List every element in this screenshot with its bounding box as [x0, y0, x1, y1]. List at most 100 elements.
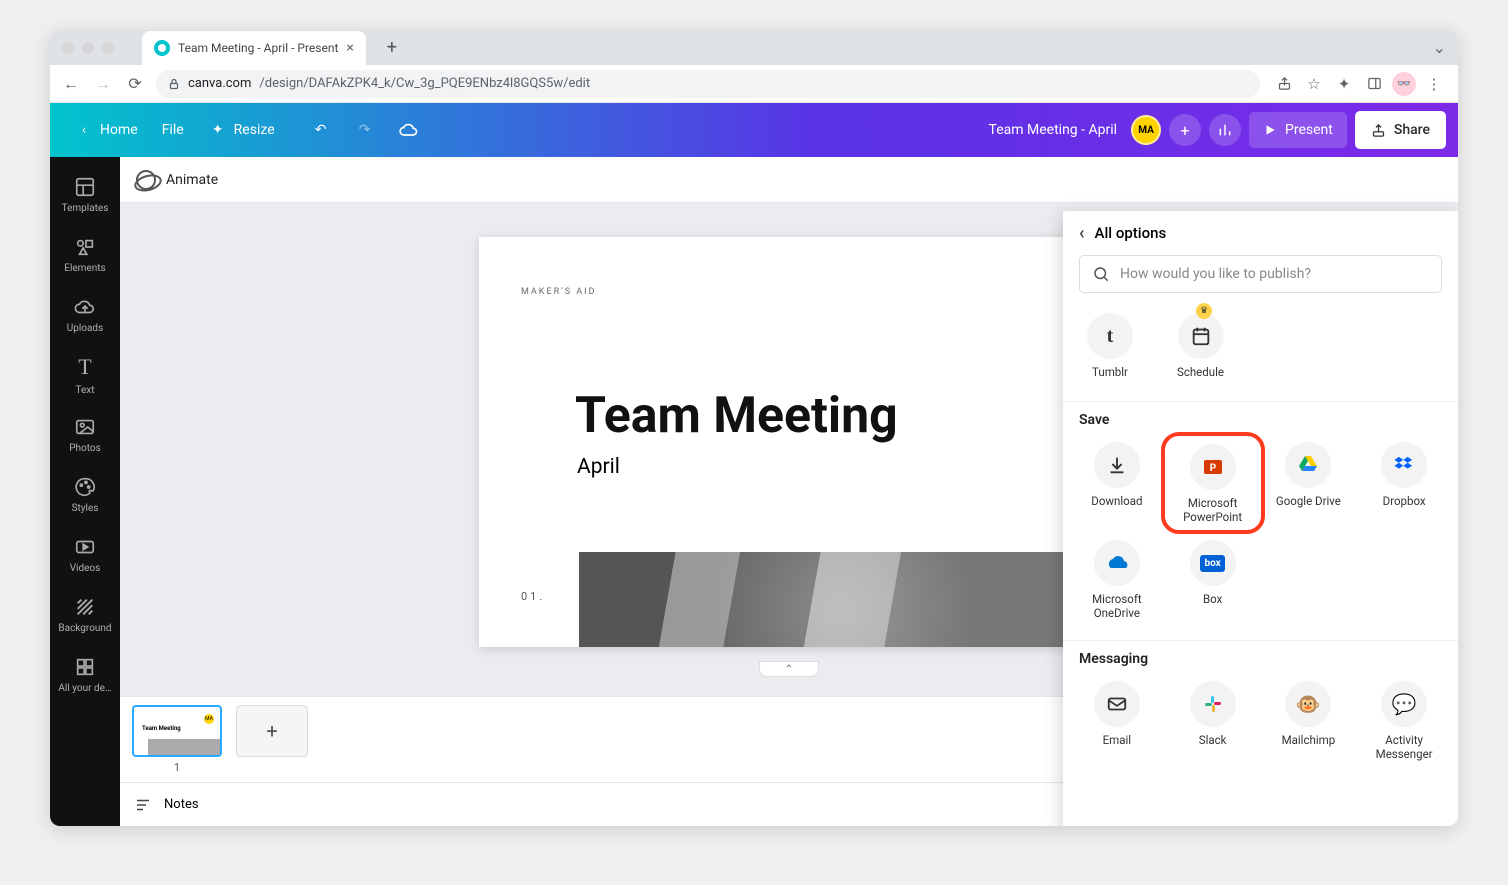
elements-icon: [74, 236, 96, 258]
cloud-sync-button[interactable]: [387, 112, 431, 148]
file-menu[interactable]: File: [150, 112, 196, 148]
lock-icon: [168, 78, 180, 90]
search-placeholder: How would you like to publish?: [1120, 266, 1311, 282]
notes-button[interactable]: Notes: [164, 797, 199, 812]
panel-back-button[interactable]: ‹: [1079, 223, 1085, 244]
home-label: Home: [100, 122, 138, 138]
powerpoint-icon: P: [1190, 444, 1236, 490]
insights-button[interactable]: [1209, 114, 1241, 146]
canva-favicon: [154, 40, 170, 56]
tabs-overflow-icon[interactable]: ⌄: [1433, 38, 1446, 57]
rail-background[interactable]: Background: [50, 585, 120, 645]
address-bar[interactable]: canva.com/design/DAFAkZPK4_k/Cw_3g_PQE9E…: [156, 70, 1260, 98]
page-thumbnail-1[interactable]: MA Team Meeting: [132, 705, 222, 757]
save-section-heading: Save: [1063, 404, 1458, 430]
chevron-left-icon: ‹: [74, 120, 94, 140]
profile-avatar[interactable]: 👓: [1390, 70, 1418, 98]
slide[interactable]: MAKER'S AID Team Meeting April 01.: [479, 237, 1099, 647]
thumbnail-page-number: 1: [174, 761, 180, 774]
close-icon[interactable]: ×: [346, 40, 353, 56]
download-icon: [1094, 442, 1140, 488]
option-onedrive[interactable]: Microsoft OneDrive: [1069, 534, 1165, 626]
resize-icon: ✦: [208, 120, 228, 140]
uploads-icon: [74, 296, 96, 318]
share-button[interactable]: Share: [1355, 111, 1446, 149]
avatar-mini: MA: [204, 714, 214, 724]
email-icon: [1094, 681, 1140, 727]
tumblr-icon: t: [1087, 313, 1133, 359]
rail-styles[interactable]: Styles: [50, 465, 120, 525]
undo-icon: ↶: [311, 120, 331, 140]
option-slack[interactable]: Slack: [1165, 675, 1261, 767]
redo-button[interactable]: ↷: [343, 112, 387, 148]
canva-topbar: ‹ Home File ✦ Resize ↶ ↷ Team Meeting - …: [50, 103, 1458, 157]
styles-icon: [74, 476, 96, 498]
user-avatar[interactable]: MA: [1131, 115, 1161, 145]
window-minimize[interactable]: [82, 42, 94, 54]
slide-subtitle-text: April: [577, 455, 620, 479]
mailchimp-icon: 🐵: [1285, 681, 1331, 727]
publish-search-input[interactable]: How would you like to publish?: [1079, 255, 1442, 293]
bookmark-icon[interactable]: ☆: [1300, 70, 1328, 98]
videos-icon: [74, 536, 96, 558]
templates-icon: [74, 176, 96, 198]
rail-all-designs[interactable]: All your de…: [50, 645, 120, 705]
google-drive-icon: [1285, 442, 1331, 488]
premium-badge-icon: ♛: [1196, 303, 1212, 319]
rail-videos[interactable]: Videos: [50, 525, 120, 585]
option-tumblr[interactable]: t Tumblr: [1085, 307, 1135, 385]
share-panel: ‹ All options How would you like to publ…: [1063, 211, 1458, 826]
reload-icon[interactable]: ⟳: [124, 73, 146, 95]
option-download[interactable]: Download: [1069, 436, 1165, 530]
browser-tab[interactable]: Team Meeting - April - Present ×: [142, 31, 366, 65]
resize-button[interactable]: ✦ Resize: [196, 112, 287, 148]
calendar-icon: [1178, 313, 1224, 359]
kebab-icon[interactable]: ⋮: [1420, 70, 1448, 98]
back-icon[interactable]: ←: [60, 73, 82, 95]
slack-icon: [1190, 681, 1236, 727]
rail-templates[interactable]: Templates: [50, 165, 120, 225]
box-icon: box: [1190, 540, 1236, 586]
photos-icon: [74, 416, 96, 438]
extensions-icon[interactable]: ✦: [1330, 70, 1358, 98]
new-tab-button[interactable]: +: [378, 34, 406, 62]
animate-icon: [136, 170, 156, 190]
add-page-button[interactable]: +: [236, 705, 308, 757]
forward-icon[interactable]: →: [92, 73, 114, 95]
option-box[interactable]: box Box: [1165, 534, 1261, 626]
option-dropbox[interactable]: Dropbox: [1356, 436, 1452, 530]
window-close[interactable]: [62, 42, 74, 54]
upload-icon: [1371, 123, 1386, 138]
url-host: canva.com: [188, 76, 251, 91]
option-mailchimp[interactable]: 🐵 Mailchimp: [1261, 675, 1357, 767]
option-activity-messenger[interactable]: 💬 Activity Messenger: [1356, 675, 1452, 767]
animate-button[interactable]: Animate: [166, 172, 218, 188]
text-icon: T: [78, 354, 91, 380]
background-icon: [74, 596, 96, 618]
rail-uploads[interactable]: Uploads: [50, 285, 120, 345]
chat-icon: 💬: [1381, 681, 1427, 727]
present-label: Present: [1285, 122, 1333, 138]
grid-icon: [74, 656, 96, 678]
document-title[interactable]: Team Meeting - April: [989, 122, 1117, 138]
option-google-drive[interactable]: Google Drive: [1261, 436, 1357, 530]
window-zoom[interactable]: [102, 42, 114, 54]
option-schedule[interactable]: ♛ Schedule: [1175, 307, 1226, 385]
share-os-icon[interactable]: [1270, 70, 1298, 98]
slide-title-text: Team Meeting: [575, 387, 898, 445]
home-button[interactable]: ‹ Home: [62, 112, 150, 148]
present-button[interactable]: Present: [1249, 112, 1347, 148]
cloud-icon: [399, 120, 419, 140]
timeline-expand-handle[interactable]: ⌃: [759, 661, 819, 677]
sidepanel-icon[interactable]: [1360, 70, 1388, 98]
rail-elements[interactable]: Elements: [50, 225, 120, 285]
add-collaborator-button[interactable]: +: [1169, 114, 1201, 146]
left-rail: Templates Elements Uploads TText Photos …: [50, 157, 120, 826]
option-powerpoint[interactable]: P Microsoft PowerPoint: [1165, 436, 1261, 530]
undo-button[interactable]: ↶: [299, 112, 343, 148]
onedrive-icon: [1094, 540, 1140, 586]
option-email[interactable]: Email: [1069, 675, 1165, 767]
redo-icon: ↷: [355, 120, 375, 140]
rail-text[interactable]: TText: [50, 345, 120, 405]
rail-photos[interactable]: Photos: [50, 405, 120, 465]
